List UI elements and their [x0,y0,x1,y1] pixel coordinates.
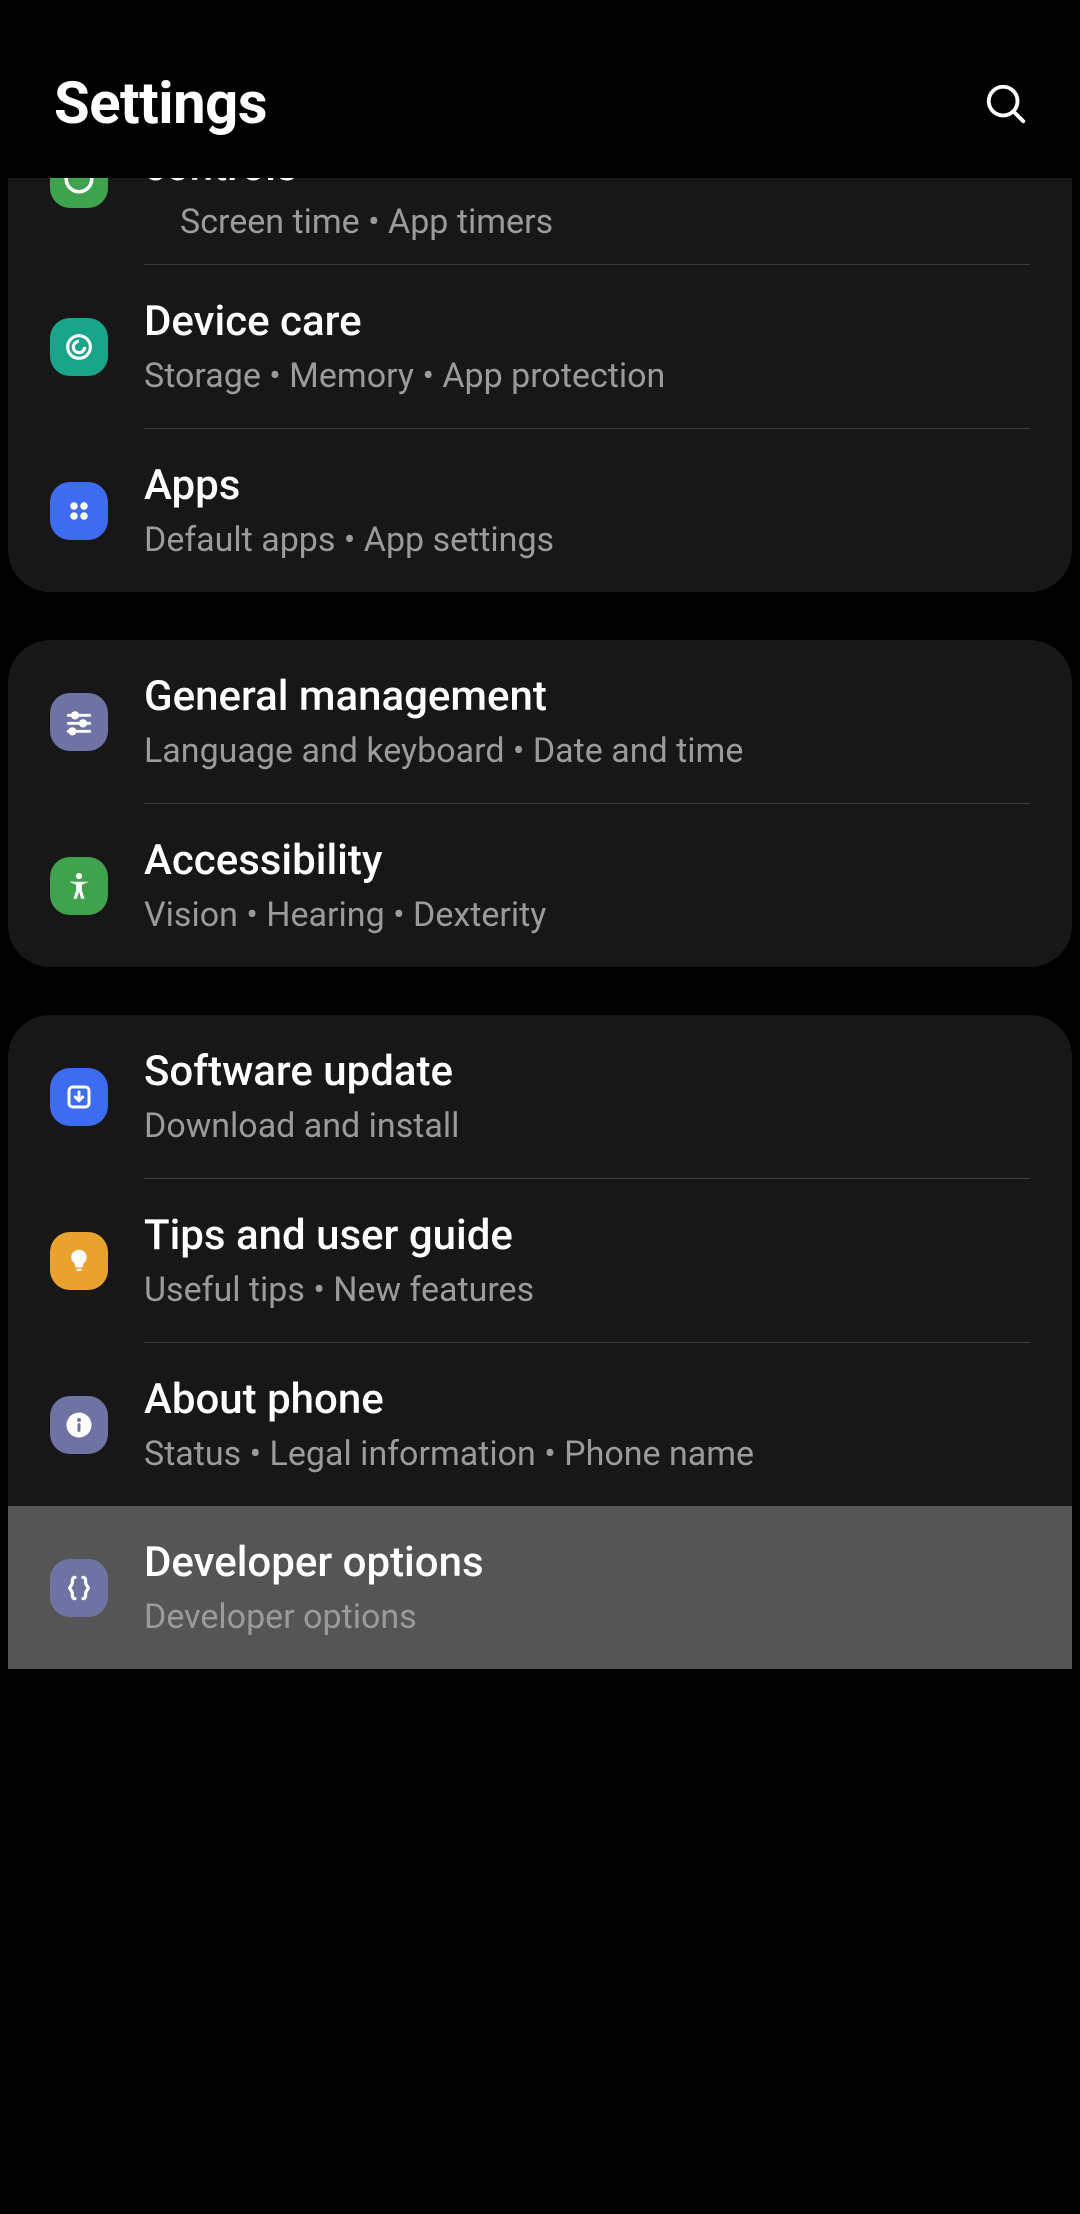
row-title: Tips and user guide [144,1211,534,1260]
row-title: Apps [144,461,554,510]
settings-row-tips[interactable]: Tips and user guide Useful tips • New fe… [8,1179,1072,1342]
row-subtitle: Useful tips • New features [144,1270,534,1310]
search-icon[interactable] [982,80,1030,128]
wellbeing-icon [50,178,108,208]
device-care-icon [50,318,108,376]
settings-row-developer-options[interactable]: Developer options Developer options [8,1506,1072,1669]
row-subtitle: Developer options [144,1597,484,1637]
row-subtitle: Download and install [144,1106,459,1146]
sliders-icon [50,693,108,751]
row-title: Accessibility [144,836,546,885]
settings-list: controls Screen time • App timers Device… [0,178,1080,1669]
row-subtitle: Language and keyboard • Date and time [144,731,743,771]
row-subtitle: Default apps • App settings [144,520,554,560]
row-title: Developer options [144,1538,484,1587]
settings-row-software-update[interactable]: Software update Download and install [8,1015,1072,1178]
row-subtitle: Storage • Memory • App protection [144,356,665,396]
braces-icon [50,1559,108,1617]
row-subtitle: Screen time • App timers [180,202,553,242]
lightbulb-icon [50,1232,108,1290]
settings-row-digital-wellbeing[interactable]: controls Screen time • App timers [8,178,1072,264]
settings-row-about-phone[interactable]: About phone Status • Legal information •… [8,1343,1072,1506]
row-title: Device care [144,297,665,346]
row-title: About phone [144,1375,754,1424]
row-title: controls [144,178,298,191]
row-title: Software update [144,1047,459,1096]
settings-row-apps[interactable]: Apps Default apps • App settings [8,429,1072,592]
settings-row-accessibility[interactable]: Accessibility Vision • Hearing • Dexteri… [8,804,1072,967]
settings-group: controls Screen time • App timers Device… [8,178,1072,592]
settings-row-device-care[interactable]: Device care Storage • Memory • App prote… [8,265,1072,428]
settings-row-general-management[interactable]: General management Language and keyboard… [8,640,1072,803]
row-subtitle: Status • Legal information • Phone name [144,1434,754,1474]
header: Settings [0,0,1080,178]
row-title: General management [144,672,743,721]
download-icon [50,1068,108,1126]
apps-icon [50,482,108,540]
info-icon [50,1396,108,1454]
settings-group: General management Language and keyboard… [8,640,1072,967]
settings-group: Software update Download and install Tip… [8,1015,1072,1669]
accessibility-icon [50,857,108,915]
row-subtitle: Vision • Hearing • Dexterity [144,895,546,935]
page-title: Settings [54,70,267,138]
